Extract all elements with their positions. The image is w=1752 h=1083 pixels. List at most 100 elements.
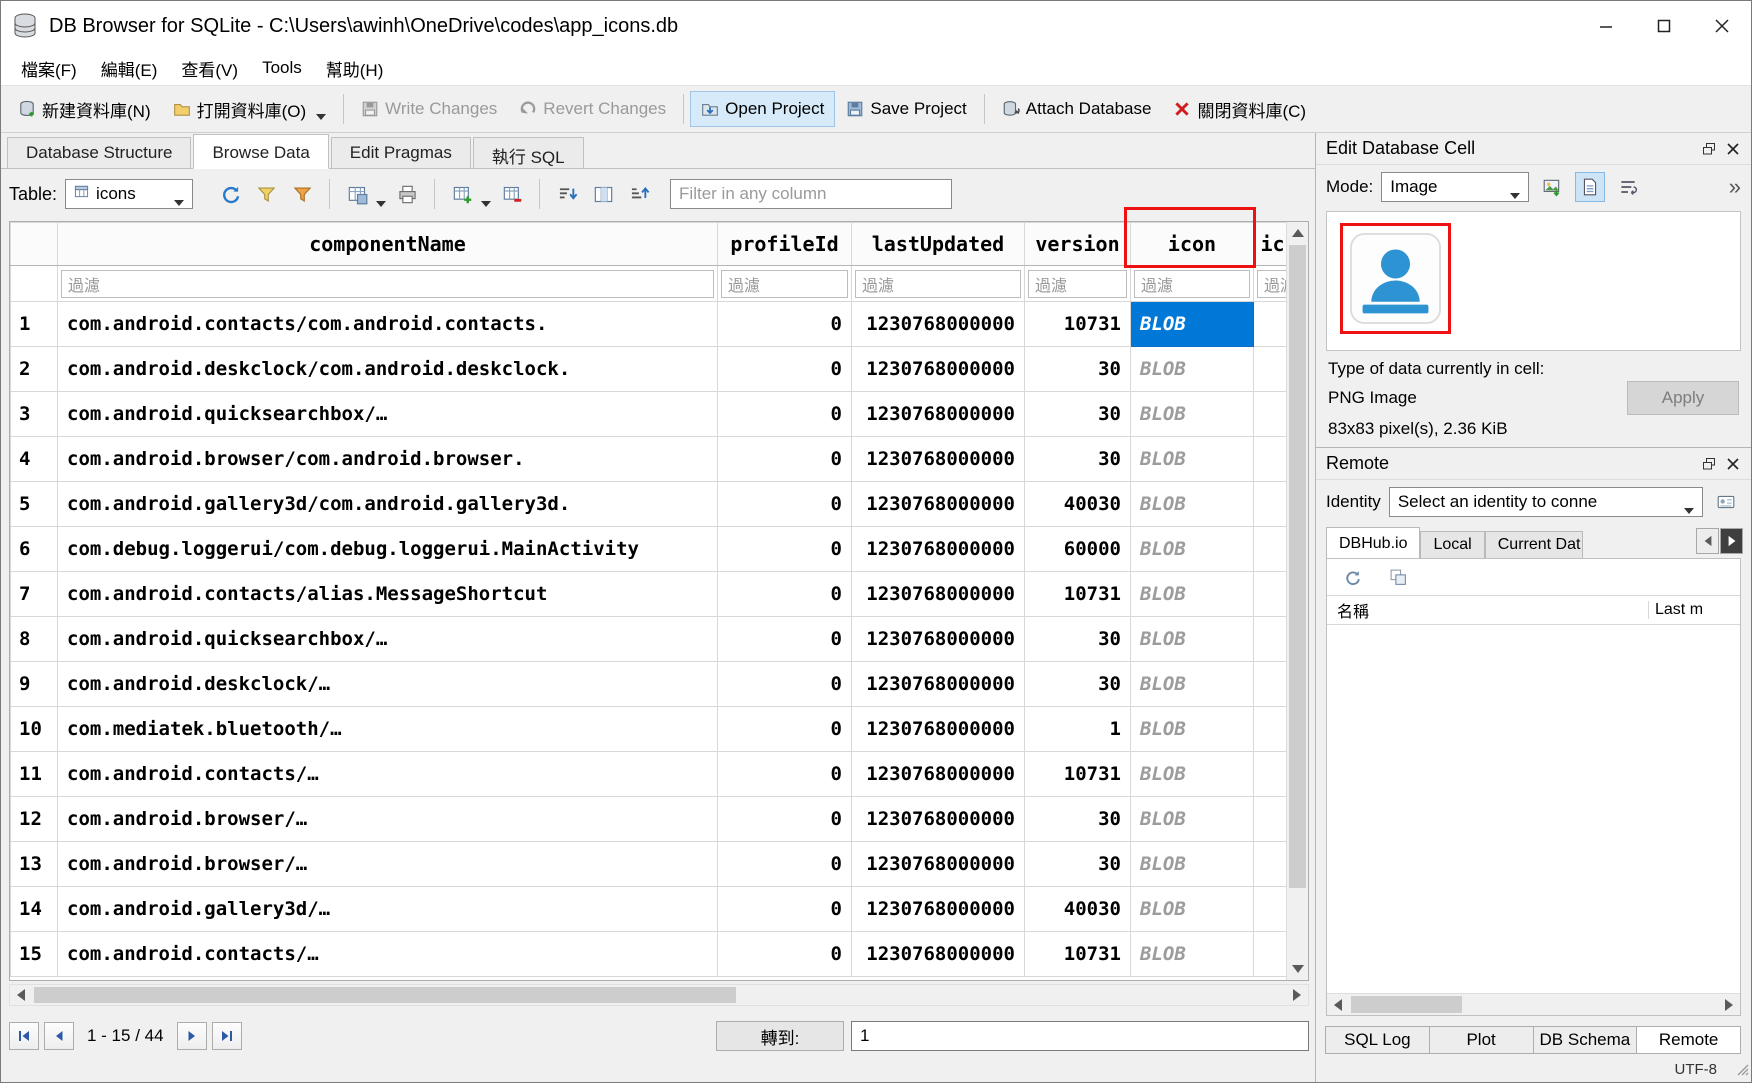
tab-database-structure[interactable]: Database Structure bbox=[7, 137, 191, 168]
mode-selector[interactable]: Image bbox=[1381, 172, 1529, 202]
cell-profileid[interactable]: 0 bbox=[718, 392, 852, 437]
refresh-button[interactable] bbox=[215, 179, 245, 209]
cell-lastupdated[interactable]: 1230768000000 bbox=[852, 572, 1025, 617]
cell-componentname[interactable]: com.android.deskclock/… bbox=[58, 662, 718, 707]
cell-version[interactable]: 30 bbox=[1025, 617, 1131, 662]
float-panel-icon[interactable] bbox=[1697, 453, 1721, 475]
new-database-button[interactable]: 新建資料庫(N) bbox=[7, 89, 162, 130]
cell-componentname[interactable]: com.android.gallery3d/… bbox=[58, 887, 718, 932]
cell-version[interactable]: 40030 bbox=[1025, 887, 1131, 932]
close-panel-icon[interactable] bbox=[1721, 453, 1745, 475]
save-filter-icon[interactable] bbox=[287, 179, 317, 209]
cell-profileid[interactable]: 0 bbox=[718, 662, 852, 707]
menu-file[interactable]: 檔案(F) bbox=[9, 52, 89, 85]
filter-version[interactable]: 過濾 bbox=[1028, 270, 1127, 298]
refresh-remote-icon[interactable] bbox=[1337, 562, 1367, 592]
next-record-button[interactable] bbox=[177, 1022, 207, 1050]
cell-componentname[interactable]: com.android.contacts/com.android.contact… bbox=[58, 302, 718, 347]
view-as-text-button[interactable] bbox=[1575, 172, 1605, 202]
cell-lastupdated[interactable]: 1230768000000 bbox=[852, 437, 1025, 482]
column-header-componentname[interactable]: componentName bbox=[58, 223, 718, 266]
print-button[interactable] bbox=[392, 179, 422, 209]
cell-lastupdated[interactable]: 1230768000000 bbox=[852, 347, 1025, 392]
insert-record-caret-icon[interactable] bbox=[481, 201, 491, 207]
delete-record-button[interactable] bbox=[497, 179, 527, 209]
clear-filters-icon[interactable] bbox=[251, 179, 281, 209]
scroll-down-icon[interactable] bbox=[1287, 958, 1308, 980]
filter-any-column-input[interactable] bbox=[670, 179, 952, 209]
cell-componentname[interactable]: com.android.browser/… bbox=[58, 797, 718, 842]
scroll-right-icon[interactable] bbox=[1286, 985, 1308, 1005]
float-panel-icon[interactable] bbox=[1697, 138, 1721, 160]
identity-selector[interactable]: Select an identity to conne bbox=[1389, 487, 1703, 517]
cell-componentname[interactable]: com.debug.loggerui/com.debug.loggerui.Ma… bbox=[58, 527, 718, 572]
cell-icon[interactable]: BLOB bbox=[1131, 797, 1254, 842]
column-header-lastupdated[interactable]: lastUpdated bbox=[852, 223, 1025, 266]
open-project-button[interactable]: Open Project bbox=[690, 91, 835, 127]
cell-lastupdated[interactable]: 1230768000000 bbox=[852, 527, 1025, 572]
cell-version[interactable]: 10731 bbox=[1025, 932, 1131, 977]
cell-icon[interactable]: BLOB bbox=[1131, 572, 1254, 617]
vertical-scroll-thumb[interactable] bbox=[1289, 245, 1306, 888]
first-record-button[interactable] bbox=[9, 1022, 39, 1050]
menu-view[interactable]: 查看(V) bbox=[169, 52, 250, 85]
revert-changes-button[interactable]: Revert Changes bbox=[508, 91, 677, 127]
scroll-left-icon[interactable] bbox=[10, 985, 32, 1005]
cell-lastupdated[interactable]: 1230768000000 bbox=[852, 302, 1025, 347]
cell-lastupdated[interactable]: 1230768000000 bbox=[852, 617, 1025, 662]
cell-version[interactable]: 30 bbox=[1025, 347, 1131, 392]
tab-current-database[interactable]: Current Dat bbox=[1485, 531, 1583, 558]
filter-profileid[interactable]: 過濾 bbox=[721, 270, 848, 298]
cell-componentname[interactable]: com.android.browser/com.android.browser. bbox=[58, 437, 718, 482]
cell-componentname[interactable]: com.android.quicksearchbox/… bbox=[58, 392, 718, 437]
cell-icon[interactable]: BLOB bbox=[1131, 347, 1254, 392]
cell-version[interactable]: 30 bbox=[1025, 437, 1131, 482]
scroll-left-icon[interactable] bbox=[1327, 994, 1349, 1015]
cell-icon[interactable]: BLOB bbox=[1131, 302, 1254, 347]
minimize-button[interactable] bbox=[1577, 1, 1635, 51]
cell-version[interactable]: 30 bbox=[1025, 797, 1131, 842]
cell-icon[interactable]: BLOB bbox=[1131, 707, 1254, 752]
resize-grip-icon[interactable] bbox=[1736, 1063, 1749, 1080]
cell-icon[interactable]: BLOB bbox=[1131, 527, 1254, 572]
scroll-right-icon[interactable] bbox=[1718, 994, 1740, 1015]
cell-icon[interactable]: BLOB bbox=[1131, 617, 1254, 662]
vertical-scrollbar[interactable] bbox=[1286, 222, 1308, 980]
menu-help[interactable]: 幫助(H) bbox=[314, 52, 396, 85]
cell-profileid[interactable]: 0 bbox=[718, 797, 852, 842]
cell-componentname[interactable]: com.android.contacts/… bbox=[58, 752, 718, 797]
open-database-button[interactable]: 打開資料庫(O) bbox=[162, 89, 338, 130]
cell-version[interactable]: 30 bbox=[1025, 662, 1131, 707]
cell-lastupdated[interactable]: 1230768000000 bbox=[852, 932, 1025, 977]
cell-lastupdated[interactable]: 1230768000000 bbox=[852, 707, 1025, 752]
column-header-icon[interactable]: icon bbox=[1131, 223, 1254, 266]
encoding-indicator[interactable]: UTF-8 bbox=[1675, 1061, 1718, 1078]
cell-icon[interactable]: BLOB bbox=[1131, 932, 1254, 977]
cell-version[interactable]: 10731 bbox=[1025, 572, 1131, 617]
cell-componentname[interactable]: com.mediatek.bluetooth/… bbox=[58, 707, 718, 752]
write-changes-button[interactable]: Write Changes bbox=[350, 91, 508, 127]
cell-componentname[interactable]: com.android.contacts/… bbox=[58, 932, 718, 977]
vertical-scroll-track[interactable] bbox=[1287, 244, 1308, 958]
tab-db-schema[interactable]: DB Schema bbox=[1533, 1026, 1638, 1054]
cell-lastupdated[interactable]: 1230768000000 bbox=[852, 797, 1025, 842]
filter-componentname[interactable]: 過濾 bbox=[61, 270, 714, 298]
save-results-caret-icon[interactable] bbox=[376, 201, 386, 207]
horizontal-scroll-track[interactable] bbox=[32, 985, 1286, 1005]
horizontal-scrollbar[interactable] bbox=[9, 984, 1309, 1006]
cell-componentname[interactable]: com.android.quicksearchbox/… bbox=[58, 617, 718, 662]
cell-version[interactable]: 60000 bbox=[1025, 527, 1131, 572]
remote-column-last-modified[interactable]: Last m bbox=[1648, 601, 1740, 619]
cell-profileid[interactable]: 0 bbox=[718, 302, 852, 347]
close-panel-icon[interactable] bbox=[1721, 138, 1745, 160]
cell-version[interactable]: 40030 bbox=[1025, 482, 1131, 527]
cell-profileid[interactable]: 0 bbox=[718, 437, 852, 482]
import-certificate-button[interactable] bbox=[1711, 487, 1741, 517]
remote-horizontal-scrollbar[interactable] bbox=[1327, 993, 1740, 1015]
remote-column-name[interactable]: 名稱 bbox=[1327, 598, 1648, 622]
cell-icon[interactable]: BLOB bbox=[1131, 437, 1254, 482]
save-project-button[interactable]: Save Project bbox=[835, 91, 977, 127]
tab-scroll-right-icon[interactable] bbox=[1720, 528, 1743, 554]
horizontal-scroll-thumb[interactable] bbox=[34, 987, 736, 1003]
cell-profileid[interactable]: 0 bbox=[718, 527, 852, 572]
